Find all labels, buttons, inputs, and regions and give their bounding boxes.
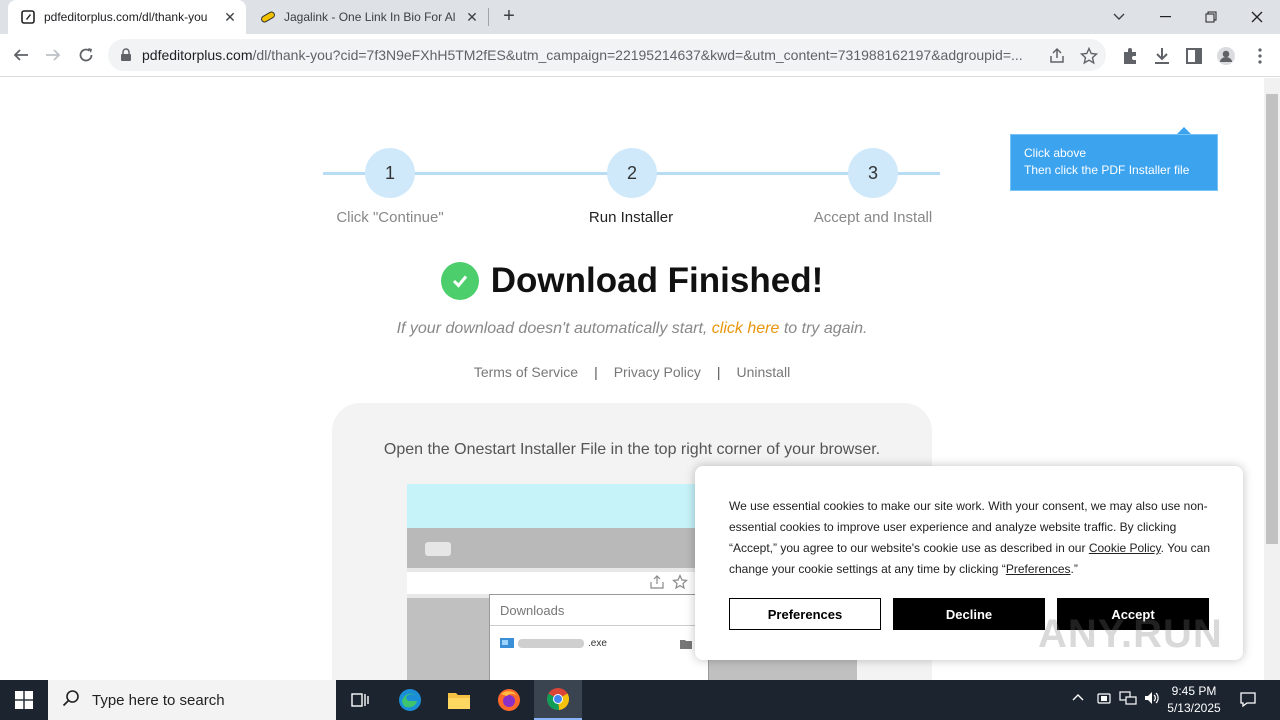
windows-start-icon[interactable] [0,680,48,720]
uninstall-link[interactable]: Uninstall [736,364,790,380]
show-hidden-icons-chevron-icon[interactable] [1071,690,1085,707]
step-3-circle: 3 [848,148,898,198]
cookie-text-3: .” [1070,562,1078,576]
download-retry-text: If your download doesn't automatically s… [0,320,1264,338]
mockup-downloads-panel: Downloads .exe [489,594,710,680]
reload-icon[interactable] [71,40,101,70]
search-placeholder: Type here to search [92,691,225,709]
tab-jagalink[interactable]: Jagalink - One Link In Bio For All ✕ [250,0,488,34]
minimize-icon[interactable] [1142,0,1188,34]
jagalink-favicon-icon [260,9,276,25]
click-here-link[interactable]: click here [712,320,780,337]
chrome-menu-icon[interactable] [1250,46,1270,66]
privacy-policy-link[interactable]: Privacy Policy [614,364,701,380]
scrollbar-thumb[interactable] [1266,94,1278,544]
tab-title: pdfeditorplus.com/dl/thank-you [44,10,208,24]
mockup-download-file: .exe [500,637,607,649]
url-text[interactable]: pdfeditorplus.com/dl/thank-you?cid=7f3N9… [142,47,1042,63]
terms-of-service-link[interactable]: Terms of Service [474,364,578,380]
edge-browser-icon[interactable] [386,680,434,720]
retry-text-before: If your download doesn't automatically s… [396,320,708,337]
downloads-icon[interactable] [1152,46,1172,66]
lock-icon[interactable] [120,48,134,62]
tab-title: Jagalink - One Link In Bio For All [284,10,456,24]
instruction-text: Open the Onestart Installer File in the … [383,441,881,458]
tooltip-line-1: Click above [1024,146,1087,160]
tab-close-icon[interactable]: ✕ [222,9,238,25]
installer-file-icon [500,638,514,648]
extensions-puzzle-icon[interactable] [1120,46,1140,66]
share-icon[interactable] [1048,47,1066,65]
mockup-downloads-title: Downloads [500,603,565,618]
anyrun-watermark: ANY.RUN [1038,612,1223,656]
task-view-icon[interactable] [336,680,384,720]
taskbar-search-box[interactable]: Type here to search [48,680,336,720]
tab-search-chevron-icon[interactable] [1096,0,1142,34]
profile-avatar-icon[interactable] [1216,46,1236,66]
link-separator: | [594,364,598,380]
tooltip-arrow [1177,127,1191,134]
url-host: pdfeditorplus.com [142,47,253,63]
tooltip-line-2: Then click the PDF Installer file [1024,163,1190,177]
install-hint-tooltip: Click above Then click the PDF Installer… [1010,134,1218,191]
url-path: /dl/thank-you?cid=7f3N9eFXhH5TM2fES&utm_… [252,47,1023,63]
step-1-circle: 1 [365,148,415,198]
close-window-icon[interactable] [1234,0,1280,34]
clock-date: 5/13/2025 [1167,701,1221,715]
mockup-folder-icon [680,640,692,649]
browser-toolbar: pdfeditorplus.com/dl/thank-you?cid=7f3N9… [0,34,1280,77]
side-panel-icon[interactable] [1184,46,1204,66]
tab-separator [488,8,489,26]
step-2-label: Run Installer [588,209,674,226]
tab-close-icon[interactable]: ✕ [464,9,480,25]
chrome-icon[interactable] [534,680,582,720]
windows-taskbar: Type here to search 9:45 PM 5/13/2025 [0,680,1280,720]
search-icon [62,689,80,711]
preferences-button[interactable]: Preferences [729,598,881,630]
pdf-editor-favicon-icon [20,9,36,25]
page-headline: Download Finished! [0,261,1264,301]
browser-tab-strip: pdfeditorplus.com/dl/thank-you ✕ Jagalin… [0,0,1280,34]
meet-now-icon[interactable] [1096,690,1112,709]
forward-icon[interactable] [38,40,68,70]
address-bar[interactable]: pdfeditorplus.com/dl/thank-you?cid=7f3N9… [108,39,1106,71]
preferences-link[interactable]: Preferences [1006,562,1071,576]
mockup-star-icon [672,574,688,590]
restore-icon[interactable] [1188,0,1234,34]
link-separator: | [716,364,721,380]
clock-time: 9:45 PM [1171,684,1217,698]
page-content: 1 2 3 Click "Continue" Run Installer Acc… [0,78,1264,680]
step-3-label: Accept and Install [813,209,933,226]
decline-button[interactable]: Decline [893,598,1045,630]
firefox-icon[interactable] [485,680,533,720]
tab-pdfeditorplus[interactable]: pdfeditorplus.com/dl/thank-you ✕ [8,0,246,34]
retry-text-after: to try again. [783,320,868,337]
page-title: Download Finished! [490,261,824,300]
cookie-message: We use essential cookies to make our sit… [729,496,1213,580]
footer-links: Terms of Service | Privacy Policy | Unin… [0,364,1264,380]
mockup-share-icon [650,575,664,589]
cookie-policy-link[interactable]: Cookie Policy [1089,541,1161,555]
system-clock[interactable]: 9:45 PM 5/13/2025 [1158,683,1230,717]
network-icon[interactable] [1119,690,1137,709]
checkmark-icon [440,262,479,300]
notifications-icon[interactable] [1239,690,1257,711]
back-icon[interactable] [6,40,36,70]
bookmark-star-icon[interactable] [1079,46,1099,65]
step-2-circle: 2 [607,148,657,198]
step-1-label: Click "Continue" [336,209,444,226]
file-explorer-icon[interactable] [435,680,483,720]
new-tab-icon[interactable]: + [497,5,521,29]
mockup-file-suffix: .exe [588,637,607,649]
